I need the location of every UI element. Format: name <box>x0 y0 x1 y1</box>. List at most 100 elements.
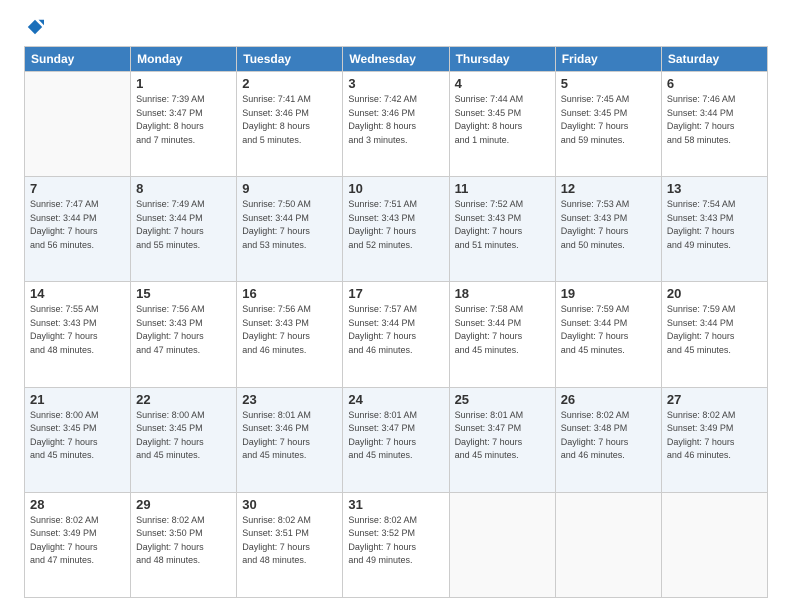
calendar-cell: 18 Sunrise: 7:58 AM Sunset: 3:44 PM Dayli… <box>449 282 555 387</box>
logo <box>24 18 44 36</box>
weekday-header-saturday: Saturday <box>661 47 767 72</box>
logo-icon <box>26 18 44 36</box>
calendar-cell: 27 Sunrise: 8:02 AM Sunset: 3:49 PM Dayli… <box>661 387 767 492</box>
day-info: Sunrise: 7:42 AM Sunset: 3:46 PM Dayligh… <box>348 93 443 147</box>
day-number: 21 <box>30 392 125 407</box>
day-info: Sunrise: 7:59 AM Sunset: 3:44 PM Dayligh… <box>561 303 656 357</box>
day-info: Sunrise: 8:02 AM Sunset: 3:49 PM Dayligh… <box>30 514 125 568</box>
day-number: 25 <box>455 392 550 407</box>
day-number: 30 <box>242 497 337 512</box>
calendar-cell: 5 Sunrise: 7:45 AM Sunset: 3:45 PM Daylig… <box>555 72 661 177</box>
calendar-cell: 15 Sunrise: 7:56 AM Sunset: 3:43 PM Dayli… <box>131 282 237 387</box>
calendar-cell: 4 Sunrise: 7:44 AM Sunset: 3:45 PM Daylig… <box>449 72 555 177</box>
day-number: 18 <box>455 286 550 301</box>
day-info: Sunrise: 7:56 AM Sunset: 3:43 PM Dayligh… <box>242 303 337 357</box>
day-info: Sunrise: 8:02 AM Sunset: 3:51 PM Dayligh… <box>242 514 337 568</box>
day-number: 11 <box>455 181 550 196</box>
day-info: Sunrise: 7:59 AM Sunset: 3:44 PM Dayligh… <box>667 303 762 357</box>
calendar-table: SundayMondayTuesdayWednesdayThursdayFrid… <box>24 46 768 598</box>
calendar-cell <box>25 72 131 177</box>
day-number: 9 <box>242 181 337 196</box>
day-info: Sunrise: 7:46 AM Sunset: 3:44 PM Dayligh… <box>667 93 762 147</box>
day-info: Sunrise: 7:53 AM Sunset: 3:43 PM Dayligh… <box>561 198 656 252</box>
day-info: Sunrise: 7:52 AM Sunset: 3:43 PM Dayligh… <box>455 198 550 252</box>
weekday-header-wednesday: Wednesday <box>343 47 449 72</box>
calendar-week-row: 28 Sunrise: 8:02 AM Sunset: 3:49 PM Dayli… <box>25 492 768 597</box>
day-number: 14 <box>30 286 125 301</box>
day-info: Sunrise: 7:56 AM Sunset: 3:43 PM Dayligh… <box>136 303 231 357</box>
weekday-header-thursday: Thursday <box>449 47 555 72</box>
day-number: 7 <box>30 181 125 196</box>
calendar-cell: 6 Sunrise: 7:46 AM Sunset: 3:44 PM Daylig… <box>661 72 767 177</box>
day-number: 19 <box>561 286 656 301</box>
calendar-cell: 26Sunrise: 8:02 AM Sunset: 3:48 PM Dayli… <box>555 387 661 492</box>
day-info: Sunrise: 8:01 AM Sunset: 3:47 PM Dayligh… <box>455 409 550 463</box>
weekday-header-tuesday: Tuesday <box>237 47 343 72</box>
day-info: Sunrise: 7:51 AM Sunset: 3:43 PM Dayligh… <box>348 198 443 252</box>
day-number: 28 <box>30 497 125 512</box>
calendar-cell: 8 Sunrise: 7:49 AM Sunset: 3:44 PM Daylig… <box>131 177 237 282</box>
calendar-cell: 12Sunrise: 7:53 AM Sunset: 3:43 PM Dayli… <box>555 177 661 282</box>
day-info: Sunrise: 7:55 AM Sunset: 3:43 PM Dayligh… <box>30 303 125 357</box>
day-info: Sunrise: 7:49 AM Sunset: 3:44 PM Dayligh… <box>136 198 231 252</box>
day-number: 29 <box>136 497 231 512</box>
day-info: Sunrise: 7:57 AM Sunset: 3:44 PM Dayligh… <box>348 303 443 357</box>
weekday-header-row: SundayMondayTuesdayWednesdayThursdayFrid… <box>25 47 768 72</box>
calendar-cell: 28 Sunrise: 8:02 AM Sunset: 3:49 PM Dayli… <box>25 492 131 597</box>
day-info: Sunrise: 7:47 AM Sunset: 3:44 PM Dayligh… <box>30 198 125 252</box>
calendar-cell: 2Sunrise: 7:41 AM Sunset: 3:46 PM Daylig… <box>237 72 343 177</box>
calendar-cell: 9Sunrise: 7:50 AM Sunset: 3:44 PM Daylig… <box>237 177 343 282</box>
day-number: 24 <box>348 392 443 407</box>
calendar-cell: 14 Sunrise: 7:55 AM Sunset: 3:43 PM Dayli… <box>25 282 131 387</box>
day-number: 6 <box>667 76 762 91</box>
calendar-cell: 7 Sunrise: 7:47 AM Sunset: 3:44 PM Daylig… <box>25 177 131 282</box>
calendar-week-row: 7 Sunrise: 7:47 AM Sunset: 3:44 PM Daylig… <box>25 177 768 282</box>
calendar-cell: 17 Sunrise: 7:57 AM Sunset: 3:44 PM Dayli… <box>343 282 449 387</box>
day-number: 5 <box>561 76 656 91</box>
calendar-cell: 30 Sunrise: 8:02 AM Sunset: 3:51 PM Dayli… <box>237 492 343 597</box>
day-number: 3 <box>348 76 443 91</box>
calendar-cell: 29 Sunrise: 8:02 AM Sunset: 3:50 PM Dayli… <box>131 492 237 597</box>
day-info: Sunrise: 8:02 AM Sunset: 3:49 PM Dayligh… <box>667 409 762 463</box>
calendar-cell: 19 Sunrise: 7:59 AM Sunset: 3:44 PM Dayli… <box>555 282 661 387</box>
calendar-cell <box>449 492 555 597</box>
day-number: 17 <box>348 286 443 301</box>
day-info: Sunrise: 7:45 AM Sunset: 3:45 PM Dayligh… <box>561 93 656 147</box>
day-number: 1 <box>136 76 231 91</box>
calendar-cell: 3 Sunrise: 7:42 AM Sunset: 3:46 PM Daylig… <box>343 72 449 177</box>
day-number: 22 <box>136 392 231 407</box>
day-info: Sunrise: 7:58 AM Sunset: 3:44 PM Dayligh… <box>455 303 550 357</box>
day-number: 20 <box>667 286 762 301</box>
day-number: 13 <box>667 181 762 196</box>
calendar-cell: 23 Sunrise: 8:01 AM Sunset: 3:46 PM Dayli… <box>237 387 343 492</box>
calendar-cell: 25 Sunrise: 8:01 AM Sunset: 3:47 PM Dayli… <box>449 387 555 492</box>
day-info: Sunrise: 8:02 AM Sunset: 3:48 PM Dayligh… <box>561 409 656 463</box>
calendar-cell: 13Sunrise: 7:54 AM Sunset: 3:43 PM Dayli… <box>661 177 767 282</box>
day-number: 4 <box>455 76 550 91</box>
calendar-header: SundayMondayTuesdayWednesdayThursdayFrid… <box>25 47 768 72</box>
day-info: Sunrise: 7:39 AM Sunset: 3:47 PM Dayligh… <box>136 93 231 147</box>
day-number: 23 <box>242 392 337 407</box>
day-info: Sunrise: 8:02 AM Sunset: 3:52 PM Dayligh… <box>348 514 443 568</box>
calendar-cell: 22 Sunrise: 8:00 AM Sunset: 3:45 PM Dayli… <box>131 387 237 492</box>
calendar-cell: 10Sunrise: 7:51 AM Sunset: 3:43 PM Dayli… <box>343 177 449 282</box>
day-number: 31 <box>348 497 443 512</box>
header <box>24 18 768 36</box>
day-number: 8 <box>136 181 231 196</box>
calendar-cell: 1 Sunrise: 7:39 AM Sunset: 3:47 PM Daylig… <box>131 72 237 177</box>
day-info: Sunrise: 8:00 AM Sunset: 3:45 PM Dayligh… <box>136 409 231 463</box>
day-number: 2 <box>242 76 337 91</box>
day-info: Sunrise: 8:02 AM Sunset: 3:50 PM Dayligh… <box>136 514 231 568</box>
calendar-cell: 31 Sunrise: 8:02 AM Sunset: 3:52 PM Dayli… <box>343 492 449 597</box>
calendar-week-row: 14 Sunrise: 7:55 AM Sunset: 3:43 PM Dayli… <box>25 282 768 387</box>
day-number: 15 <box>136 286 231 301</box>
weekday-header-monday: Monday <box>131 47 237 72</box>
day-info: Sunrise: 8:01 AM Sunset: 3:47 PM Dayligh… <box>348 409 443 463</box>
calendar-cell: 21Sunrise: 8:00 AM Sunset: 3:45 PM Dayli… <box>25 387 131 492</box>
weekday-header-sunday: Sunday <box>25 47 131 72</box>
day-info: Sunrise: 7:44 AM Sunset: 3:45 PM Dayligh… <box>455 93 550 147</box>
calendar-week-row: 21 Sunrise: 8:00 AM Sunset: 3:45 PM Dayli… <box>25 387 768 492</box>
day-number: 27 <box>667 392 762 407</box>
page: SundayMondayTuesdayWednesdayThursdayFrid… <box>0 0 792 612</box>
day-info: Sunrise: 8:01 AM Sunset: 3:46 PM Dayligh… <box>242 409 337 463</box>
